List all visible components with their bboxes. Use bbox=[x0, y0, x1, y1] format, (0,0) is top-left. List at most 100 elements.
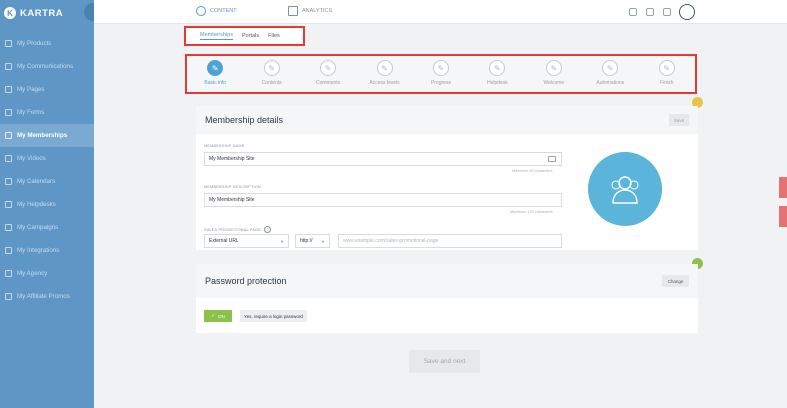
card-header: Password protection Change bbox=[196, 264, 698, 298]
sales-page-url-input[interactable]: www.example.com/sales-promotional-page bbox=[338, 234, 562, 248]
card-header: Membership details Save bbox=[196, 106, 698, 134]
membership-description-value: My Membership Site bbox=[209, 197, 255, 203]
membership-details-title: Membership details bbox=[205, 115, 284, 125]
right-edge-marker bbox=[779, 206, 787, 227]
sidebar-item-label: My Campaigns bbox=[17, 224, 59, 231]
description-hint: Maximum 120 characters bbox=[510, 210, 553, 214]
sidebar-item-my-forms[interactable]: My Forms bbox=[0, 101, 94, 124]
sidebar-item-my-campaigns[interactable]: My Campaigns bbox=[0, 216, 94, 239]
character-count-icon bbox=[548, 156, 556, 162]
sidebar-item-my-videos[interactable]: My Videos bbox=[0, 147, 94, 170]
sales-page-type-value: External URL bbox=[209, 238, 239, 244]
sidebar-item-label: My Affiliate Promos bbox=[17, 293, 70, 300]
step-label: Contents bbox=[261, 80, 282, 86]
step-finish[interactable]: ✎ Finish bbox=[643, 60, 691, 92]
sales-page-url-placeholder: www.example.com/sales-promotional-page bbox=[343, 238, 439, 244]
subtab-files[interactable]: Files bbox=[268, 33, 280, 39]
pencil-icon: ✎ bbox=[545, 60, 562, 76]
analytics-icon bbox=[288, 6, 298, 16]
sidebar-item-label: My Products bbox=[17, 40, 52, 47]
sidebar-item-my-pages[interactable]: My Pages bbox=[0, 78, 94, 101]
sidebar-item-label: My Forms bbox=[17, 109, 45, 116]
affiliate-icon bbox=[5, 293, 12, 300]
membership-image[interactable] bbox=[588, 152, 662, 226]
right-edge-marker bbox=[779, 177, 787, 198]
mail-icon bbox=[5, 63, 12, 70]
membership-icon bbox=[5, 132, 12, 139]
sidebar-item-label: My Pages bbox=[17, 86, 45, 93]
step-helpdesk[interactable]: ✎ Helpdesk bbox=[473, 60, 521, 92]
sub-tabs: Memberships Portals Files bbox=[184, 26, 305, 46]
membership-name-input[interactable]: My Membership Site bbox=[204, 152, 562, 166]
graduation-cap-icon[interactable] bbox=[629, 8, 637, 16]
step-label: Automations bbox=[596, 80, 625, 86]
sidebar-nav: My Products My Communications My Pages My F… bbox=[0, 32, 94, 308]
membership-details-card: Membership details Save MEMBERSHIP NAME … bbox=[196, 106, 698, 250]
step-welcome[interactable]: ✎ Welcome bbox=[530, 60, 578, 92]
top-bar: CONTENT ANALYTICS bbox=[94, 0, 787, 24]
sidebar-item-my-agency[interactable]: My Agency bbox=[0, 262, 94, 285]
bell-icon[interactable] bbox=[663, 8, 671, 16]
user-avatar[interactable] bbox=[679, 4, 695, 20]
integration-icon bbox=[5, 247, 12, 254]
pencil-icon: ✎ bbox=[320, 60, 337, 76]
tab-analytics[interactable]: ANALYTICS bbox=[288, 6, 332, 16]
sidebar-item-label: My Communications bbox=[17, 63, 74, 70]
step-label: Progress bbox=[430, 80, 451, 86]
helpdesk-icon bbox=[5, 201, 12, 208]
sidebar-item-my-helpdesks[interactable]: My Helpdesks bbox=[0, 193, 94, 216]
calendar-icon bbox=[5, 178, 12, 185]
check-icon: ✓ bbox=[211, 313, 216, 318]
step-access-levels[interactable]: ✎ Access levels bbox=[361, 60, 409, 92]
step-label: Helpdesk bbox=[486, 80, 508, 86]
logo[interactable]: K KARTRA bbox=[0, 0, 94, 26]
membership-name-label: MEMBERSHIP NAME bbox=[204, 144, 245, 148]
sidebar-item-my-communications[interactable]: My Communications bbox=[0, 55, 94, 78]
tab-content-label: CONTENT bbox=[210, 8, 237, 14]
form-icon bbox=[5, 109, 12, 116]
step-automations[interactable]: ✎ Automations bbox=[586, 60, 634, 92]
video-icon bbox=[5, 155, 12, 162]
sidebar-item-my-calendars[interactable]: My Calendars bbox=[0, 170, 94, 193]
agency-icon bbox=[5, 270, 12, 277]
content-icon bbox=[196, 6, 206, 16]
step-contents[interactable]: ✎ Contents bbox=[248, 60, 296, 92]
sidebar-item-my-affiliate-promos[interactable]: My Affiliate Promos bbox=[0, 285, 94, 308]
pencil-icon: ✎ bbox=[263, 60, 280, 76]
sidebar-item-my-memberships[interactable]: My Memberships bbox=[0, 124, 94, 147]
change-button[interactable]: Change bbox=[662, 275, 689, 287]
pencil-icon: ✎ bbox=[207, 60, 224, 76]
help-icon[interactable]: ? bbox=[264, 226, 272, 233]
pencil-icon: ✎ bbox=[376, 60, 393, 76]
protocol-select[interactable]: http:// ▼ bbox=[295, 234, 330, 248]
step-basic-info[interactable]: ✎ Basic info bbox=[191, 60, 239, 92]
kartra-logo-icon: K bbox=[4, 7, 16, 19]
page-icon bbox=[5, 86, 12, 93]
password-toggle[interactable]: ✓ ON bbox=[204, 310, 232, 322]
pencil-icon: ✎ bbox=[602, 60, 619, 76]
save-and-next-button[interactable]: Save and next bbox=[409, 350, 480, 373]
sales-page-type-select[interactable]: External URL ▼ bbox=[204, 234, 289, 248]
step-comments[interactable]: ✎ Comments bbox=[304, 60, 352, 92]
subtab-memberships[interactable]: Memberships bbox=[200, 32, 234, 40]
toggle-label: ON bbox=[218, 313, 225, 319]
sidebar-item-label: My Videos bbox=[17, 155, 46, 162]
sidebar-item-label: My Memberships bbox=[17, 132, 68, 139]
subtab-portals[interactable]: Portals bbox=[242, 33, 259, 39]
sidebar-item-my-integrations[interactable]: My Integrations bbox=[0, 239, 94, 262]
sales-page-label-text: SALES PROMOTIONAL PAGE bbox=[204, 228, 261, 232]
sidebar: K KARTRA My Products My Communications My … bbox=[0, 0, 94, 408]
step-label: Welcome bbox=[543, 80, 565, 86]
gear-icon[interactable] bbox=[646, 8, 654, 16]
protocol-value: http:// bbox=[300, 238, 313, 244]
membership-description-input[interactable]: My Membership Site bbox=[204, 193, 562, 207]
password-protection-title: Password protection bbox=[205, 276, 287, 286]
save-button[interactable]: Save bbox=[669, 114, 689, 126]
step-progress[interactable]: ✎ Progress bbox=[417, 60, 465, 92]
name-hint: Maximum 45 characters bbox=[512, 169, 553, 173]
password-protection-card: Password protection Change ✓ ON Yes, req… bbox=[196, 264, 698, 333]
sidebar-item-my-products[interactable]: My Products bbox=[0, 32, 94, 55]
tab-content[interactable]: CONTENT bbox=[196, 6, 237, 16]
sidebar-item-label: My Integrations bbox=[17, 247, 60, 254]
tag-icon bbox=[5, 40, 12, 47]
